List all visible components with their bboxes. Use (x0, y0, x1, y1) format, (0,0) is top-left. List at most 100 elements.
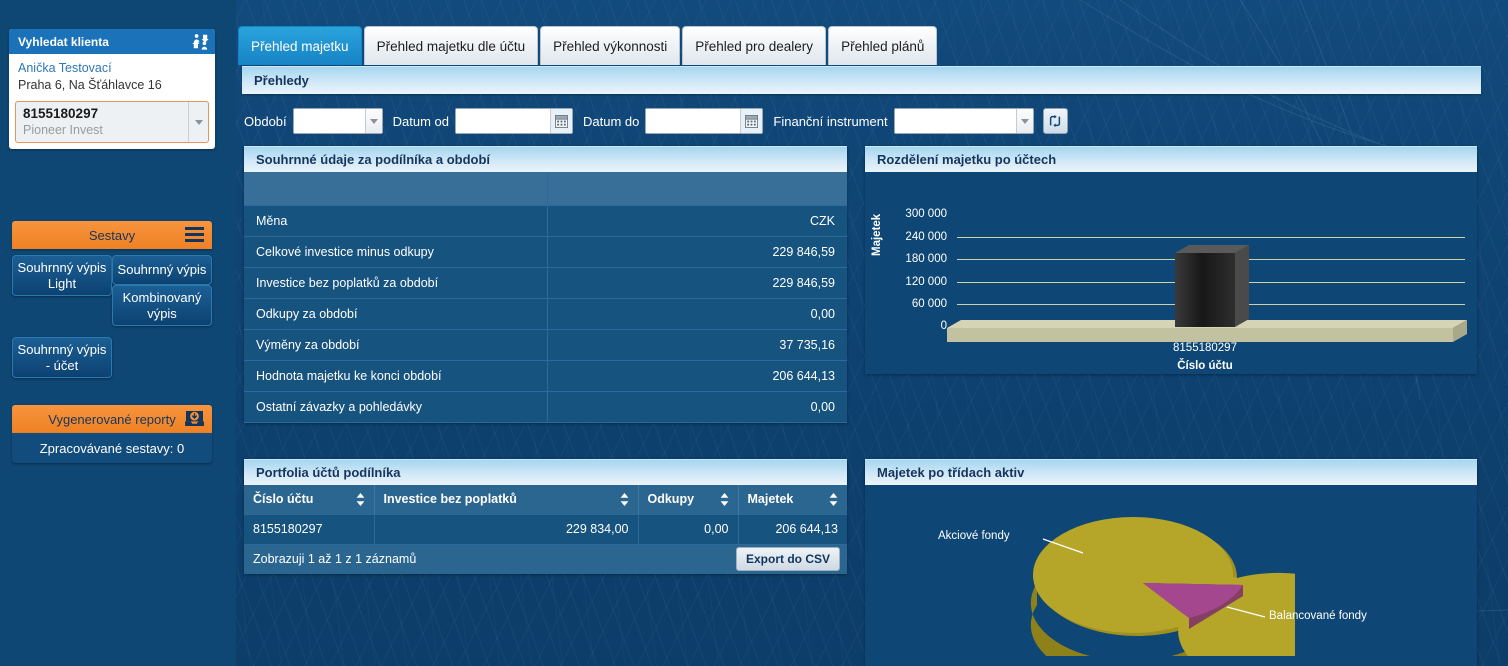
report-button-souhrnny-vypis[interactable]: Souhrnný výpis (112, 255, 212, 285)
summary-panel-title: Souhrnné údaje za podílníka a období (244, 146, 847, 172)
portfolio-panel-title-text: Portfolia účtů podílníka (256, 465, 401, 480)
date-from-field[interactable] (455, 108, 574, 134)
account-select[interactable]: 8155180297 Pioneer Invest (15, 101, 209, 143)
tab-prehled-pro-dealery[interactable]: Přehled pro dealery (682, 26, 827, 65)
summary-row-value: 0,00 (547, 298, 847, 330)
client-address: Praha 6, Na Šťáhlavce 16 (18, 78, 162, 92)
column-header-investice-bez-poplatku[interactable]: Investice bez poplatků (374, 485, 639, 515)
hamburger-icon[interactable] (185, 226, 204, 243)
tab-label: Přehled plánů (841, 38, 925, 54)
portfolio-panel-title: Portfolia účtů podílníka (244, 459, 847, 485)
bar-chart-title: Rozdělení majetku po účtech (865, 146, 1477, 172)
tab-prehled-majetku[interactable]: Přehled majetku (238, 26, 362, 65)
column-header-odkupy[interactable]: Odkupy (638, 485, 739, 515)
date-to-input[interactable] (646, 109, 741, 133)
report-button-label: Kombinovaný výpis (122, 289, 202, 321)
column-header-majetek[interactable]: Majetek (738, 485, 847, 515)
summary-row-value: 229 846,59 (547, 236, 847, 268)
period-caret[interactable] (364, 109, 382, 133)
date-to-field[interactable] (645, 108, 764, 134)
sort-updown-icon[interactable] (620, 492, 629, 506)
summary-row-value: 206 644,13 (547, 360, 847, 392)
cell-odkupy: 0,00 (638, 514, 739, 545)
sort-updown-icon[interactable] (720, 492, 729, 506)
reports-section-title: Sestavy (88, 227, 136, 243)
report-button-kombinovany-vypis[interactable]: Kombinovaný výpis (112, 285, 212, 326)
left-sidebar: Vyhledat klienta Anička Testovací Praha … (0, 0, 236, 666)
instrument-input[interactable] (894, 109, 1016, 133)
gridline (957, 237, 1465, 238)
report-button-souhrnny-vypis-light[interactable]: Souhrnný výpis Light (12, 255, 112, 296)
pie-chart-panel: Majetek po třídach aktiv Akciové fondy B… (865, 459, 1477, 666)
export-csv-button[interactable]: Export do CSV (735, 547, 840, 571)
tab-prehled-vykonnosti[interactable]: Přehled výkonnosti (540, 26, 681, 65)
report-button-souhrnny-vypis-ucet[interactable]: Souhrnný výpis - účet (12, 337, 112, 378)
column-header-cislo-uctu[interactable]: Číslo účtu (244, 485, 375, 515)
summary-row-value: 37 735,16 (547, 329, 847, 361)
chevron-down-icon (369, 118, 378, 124)
chevron-down-icon (194, 119, 203, 125)
tab-prehled-planu[interactable]: Přehled plánů (828, 26, 938, 65)
date-from-calendar-button[interactable] (550, 109, 573, 133)
summary-table-header-row (244, 172, 847, 206)
summary-row-label: Investice bez poplatků za období (244, 267, 548, 299)
instrument-caret[interactable] (1015, 109, 1033, 133)
cell-majetek: 206 644,13 (738, 514, 847, 545)
summary-col1-header (244, 172, 548, 206)
tab-label: Přehled pro dealery (695, 38, 814, 54)
column-label: Investice bez poplatků (383, 492, 517, 507)
period-label: Období (244, 113, 287, 129)
page-title: Přehledy (254, 73, 309, 88)
bar-category-label: 8155180297 (1173, 342, 1237, 354)
date-to-label: Datum do (583, 113, 640, 129)
y-tick-label: 120 000 (905, 276, 947, 288)
table-row: Investice bez poplatků za období 229 846… (244, 267, 847, 299)
portfolio-table: Číslo účtu Investice bez poplatků Odkupy (244, 485, 847, 545)
date-to-calendar-button[interactable] (740, 109, 763, 133)
period-select[interactable] (292, 108, 383, 134)
date-from-label: Datum od (392, 113, 450, 129)
summary-row-label: Odkupy za období (244, 298, 548, 330)
account-select-caret[interactable] (188, 102, 208, 142)
period-input[interactable] (293, 109, 365, 133)
date-from-input[interactable] (456, 109, 551, 133)
tab-label: Přehled výkonnosti (553, 38, 668, 54)
account-company: Pioneer Invest (23, 123, 103, 137)
y-tick-label: 240 000 (905, 231, 947, 243)
bar-chart-panel: Rozdělení majetku po účtech Majetek 300 … (865, 146, 1477, 374)
client-name[interactable]: Anička Testovací (18, 60, 206, 77)
y-tick-label: 60 000 (911, 298, 947, 310)
summary-panel: Souhrnné údaje za podílníka a období Měn… (244, 146, 847, 423)
bar-chart-y-axis-title: Majetek (871, 213, 883, 256)
sort-updown-icon[interactable] (356, 492, 365, 506)
switch-user-icon[interactable] (192, 33, 209, 50)
summary-col2-header (547, 172, 847, 206)
table-row: Ostatní závazky a pohledávky 0,00 (244, 391, 847, 423)
cell-cislo-uctu: 8155180297 (244, 514, 375, 545)
inbox-download-icon[interactable] (185, 410, 204, 427)
chevron-down-icon (1020, 118, 1029, 124)
generated-reports-title: Vygenerované reporty (48, 411, 176, 427)
pie-chart-title-text: Majetek po třídach aktiv (877, 465, 1025, 480)
y-tick-label: 300 000 (905, 208, 947, 220)
processed-reports-text: Zpracovávané sestavy: 0 (39, 440, 185, 456)
refresh-arrows-icon (1049, 115, 1061, 127)
instrument-select[interactable] (893, 108, 1034, 134)
bar-chart-title-text: Rozdělení majetku po účtech (877, 152, 1057, 167)
table-row: Výměny za období 37 735,16 (244, 329, 847, 361)
table-row[interactable]: 8155180297 229 834,00 0,00 206 644,13 (244, 514, 847, 545)
client-search-title: Vyhledat klienta (18, 34, 109, 49)
cell-investice: 229 834,00 (374, 514, 639, 545)
pie-series[interactable] (965, 511, 1295, 656)
table-row: Celkové investice minus odkupy 229 846,5… (244, 236, 847, 268)
summary-row-label: Výměny za období (244, 329, 548, 361)
refresh-button[interactable] (1042, 108, 1068, 134)
instrument-label: Finanční instrument (773, 113, 888, 129)
bar-series[interactable] (1175, 245, 1265, 335)
reports-section-header[interactable]: Sestavy (12, 221, 212, 249)
sort-updown-icon[interactable] (829, 492, 838, 506)
portfolio-table-footer: Zobrazuji 1 až 1 z 1 záznamů Export do C… (244, 544, 847, 574)
generated-reports-header[interactable]: Vygenerované reporty (12, 405, 212, 433)
tab-prehled-majetku-dle-uctu[interactable]: Přehled majetku dle účtu (363, 26, 539, 65)
report-button-label: Souhrnný výpis Light (17, 259, 107, 291)
